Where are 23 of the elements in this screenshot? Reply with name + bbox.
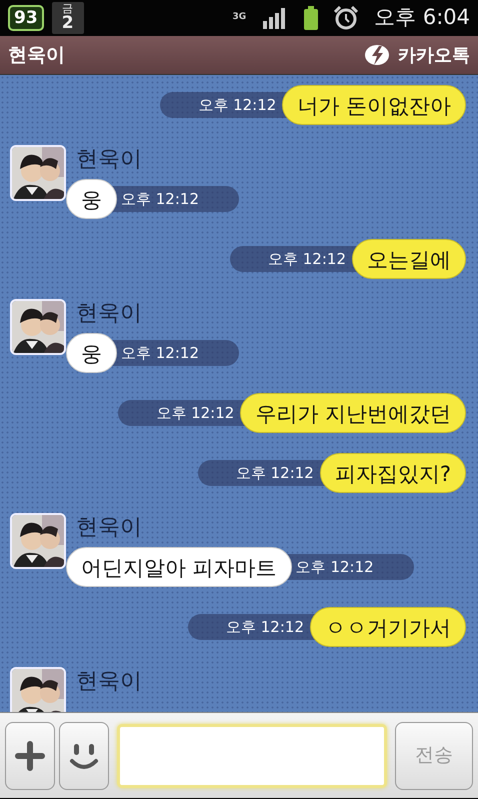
chat-title: 현욱이 xyxy=(8,42,65,68)
message-bubble: 우리가 지난번에갔던 xyxy=(240,393,466,433)
sender-name: 현욱이 xyxy=(76,668,142,696)
message-bubble: 오는길에 xyxy=(352,239,466,279)
message-input-field[interactable] xyxy=(117,724,387,788)
message-bubble: ㅇㅇ거기가서 xyxy=(310,607,466,647)
battery-icon xyxy=(304,6,318,30)
lightning-logo-icon xyxy=(364,43,390,67)
message-bubble: 피자집있지? xyxy=(320,453,466,493)
app-name: 카카오톡 xyxy=(398,44,470,68)
status-time: 오후 6:04 xyxy=(374,4,470,32)
network-label: 3G xyxy=(232,11,246,24)
battery-badge: 93 xyxy=(8,5,44,31)
alarm-icon xyxy=(334,6,358,30)
sender-name: 현욱이 xyxy=(76,514,143,542)
message-bubble: 너가 돈이없잔아 xyxy=(282,85,466,125)
sender-name: 현욱이 xyxy=(76,146,143,174)
calendar-date: 2 xyxy=(60,15,75,32)
add-button[interactable] xyxy=(5,722,55,790)
calendar-day: 금 xyxy=(52,2,84,15)
emoticon-button[interactable] xyxy=(59,722,109,790)
sender-name: 현욱이 xyxy=(76,300,143,328)
plus-icon xyxy=(15,740,45,770)
